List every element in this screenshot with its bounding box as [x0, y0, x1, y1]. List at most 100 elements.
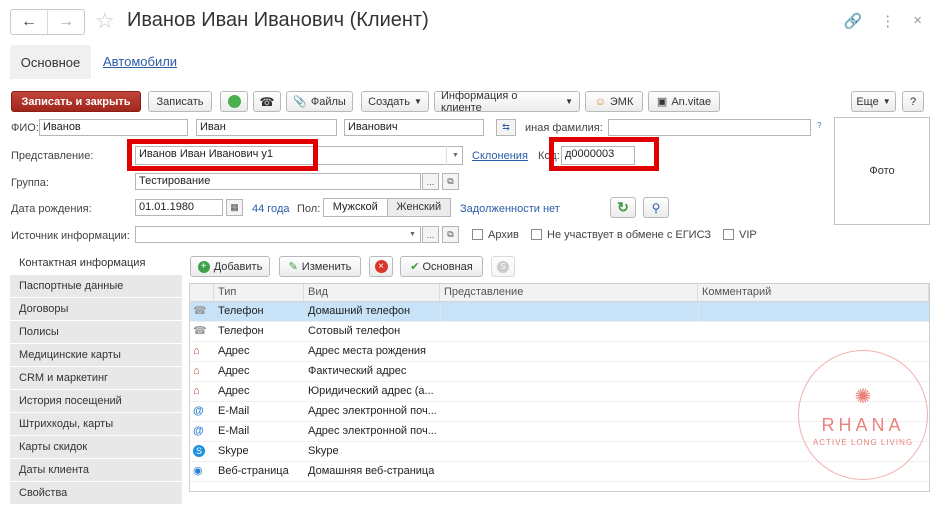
group-label: Группа:: [11, 177, 49, 189]
side-item-passport[interactable]: Паспортные данные: [10, 275, 182, 298]
side-item-medical-cards[interactable]: Медицинские карты: [10, 344, 182, 367]
delete-x-icon: ×: [374, 260, 388, 273]
watermark-tagline: ACTIVE LONG LIVING: [812, 437, 914, 447]
add-contact-button[interactable]: + Добавить: [190, 256, 270, 277]
archive-checkbox[interactable]: [472, 229, 483, 240]
group-input[interactable]: Тестирование: [135, 173, 421, 190]
files-label: Файлы: [310, 95, 346, 108]
search-button[interactable]: ⚲: [643, 197, 669, 218]
main-label: Основная: [422, 260, 473, 273]
anvitae-button[interactable]: ▣ An.vitae: [648, 91, 720, 112]
table-row[interactable]: ◉ Веб-страница Домашняя веб-страница: [190, 462, 929, 482]
whatsapp-icon: [227, 95, 241, 108]
tab-cars[interactable]: Автомобили: [103, 54, 177, 69]
forward-arrow-icon[interactable]: →: [47, 10, 84, 34]
source-input[interactable]: [135, 226, 421, 243]
egisz-label: Не участвует в обмене с ЕГИСЗ: [547, 229, 712, 241]
side-item-barcodes[interactable]: Штрихкоды, карты: [10, 413, 182, 436]
emk-button[interactable]: ☺ ЭМК: [585, 91, 643, 112]
cell-repr: [440, 322, 698, 341]
files-button[interactable]: 📎 Файлы: [286, 91, 353, 112]
save-button[interactable]: Записать: [148, 91, 212, 112]
side-item-visit-history[interactable]: История посещений: [10, 390, 182, 413]
phone-button[interactable]: ☎: [253, 91, 281, 112]
cell-kind: Адрес электронной поч...: [308, 405, 437, 417]
calendar-button[interactable]: ▦: [226, 199, 243, 216]
sex-male-option[interactable]: Мужской: [324, 199, 387, 216]
link-icon[interactable]: 🔗: [844, 12, 863, 30]
client-info-dropdown-button[interactable]: Информация о клиенте ▼: [434, 90, 580, 114]
check-icon: ✔: [410, 261, 420, 273]
fio-label: ФИО:: [11, 122, 39, 134]
house-icon: ⌂: [193, 365, 200, 377]
col-type[interactable]: Тип: [214, 284, 304, 301]
col-kind[interactable]: Вид: [304, 284, 440, 301]
vip-label: VIP: [739, 229, 757, 241]
save-and-close-button[interactable]: Записать и закрыть: [11, 91, 141, 112]
delete-contact-button[interactable]: ×: [369, 256, 393, 277]
birth-date-input[interactable]: 01.01.1980: [135, 199, 223, 216]
cell-type: Skype: [218, 445, 249, 457]
side-item-properties[interactable]: Свойства: [10, 482, 182, 505]
col-comment[interactable]: Комментарий: [698, 284, 929, 301]
emk-label: ЭМК: [609, 95, 634, 108]
more-vertical-icon[interactable]: ⋮: [880, 12, 895, 30]
vip-checkbox[interactable]: [723, 229, 734, 240]
skype-icon: S: [190, 442, 214, 461]
source-dropdown-icon[interactable]: ▼: [404, 226, 421, 243]
refresh-icon: ↻: [617, 199, 629, 215]
first-name-input[interactable]: Иван: [196, 119, 337, 136]
add-label: Добавить: [213, 260, 263, 273]
refresh-button[interactable]: ↻: [610, 197, 636, 218]
create-dropdown-button[interactable]: Создать ▼: [361, 91, 429, 112]
table-row[interactable]: ☎ Телефон Сотовый телефон: [190, 322, 929, 342]
anvitae-label: An.vitae: [671, 95, 712, 108]
skype-call-button[interactable]: S: [491, 256, 515, 277]
declension-link[interactable]: Склонения: [472, 150, 528, 162]
set-main-button[interactable]: ✔ Основная: [400, 256, 483, 277]
swap-name-button[interactable]: ⇆: [496, 119, 516, 136]
close-icon[interactable]: ×: [913, 12, 922, 30]
group-open-button[interactable]: ⧉: [442, 173, 459, 190]
cell-type: Телефон: [218, 325, 264, 337]
favorite-star-icon[interactable]: ☆: [95, 8, 115, 34]
sex-female-option[interactable]: Женский: [386, 199, 450, 216]
chevron-down-icon: ▼: [882, 97, 891, 106]
col-representation[interactable]: Представление: [440, 284, 698, 301]
edit-contact-button[interactable]: ✎ Изменить: [279, 256, 361, 277]
middle-name-input[interactable]: Иванович: [344, 119, 484, 136]
table-row[interactable]: ⌂ Адрес Адрес места рождения: [190, 342, 929, 362]
cell-kind: Домашний телефон: [308, 305, 411, 317]
side-item-crm[interactable]: CRM и маркетинг: [10, 367, 182, 390]
last-name-input[interactable]: Иванов: [39, 119, 188, 136]
cell-repr: [440, 442, 698, 461]
whatsapp-button[interactable]: [220, 91, 248, 112]
representation-dropdown-icon[interactable]: ▼: [446, 146, 464, 165]
cell-repr: [440, 422, 698, 441]
source-select-button[interactable]: ...: [422, 226, 439, 243]
table-row[interactable]: ☎ Телефон Домашний телефон: [190, 302, 929, 322]
side-item-policies[interactable]: Полисы: [10, 321, 182, 344]
side-item-contact-info[interactable]: Контактная информация: [10, 252, 182, 275]
window-controls: 🔗 ⋮ ×: [844, 12, 922, 30]
tab-main[interactable]: Основное: [10, 45, 91, 79]
side-item-contracts[interactable]: Договоры: [10, 298, 182, 321]
debt-link[interactable]: Задолженности нет: [460, 203, 560, 215]
other-surname-input[interactable]: [608, 119, 811, 136]
source-open-button[interactable]: ⧉: [442, 226, 459, 243]
group-select-button[interactable]: ...: [422, 173, 439, 190]
back-arrow-icon[interactable]: ←: [11, 10, 47, 34]
other-surname-label: иная фамилия:: [525, 122, 603, 134]
cell-repr: [440, 402, 698, 421]
rhana-watermark: ✺ RHANA ACTIVE LONG LIVING: [798, 350, 928, 480]
more-dropdown-button[interactable]: Еще ▼: [851, 91, 896, 112]
photo-box[interactable]: Фото: [834, 117, 930, 225]
help-button[interactable]: ?: [902, 91, 924, 112]
side-item-client-dates[interactable]: Даты клиента: [10, 459, 182, 482]
egisz-checkbox[interactable]: [531, 229, 542, 240]
hint-question[interactable]: ?: [817, 121, 821, 130]
side-item-discount-cards[interactable]: Карты скидок: [10, 436, 182, 459]
cell-kind: Адрес места рождения: [308, 345, 426, 357]
archive-label: Архив: [488, 229, 519, 241]
col-icon: [190, 284, 214, 301]
